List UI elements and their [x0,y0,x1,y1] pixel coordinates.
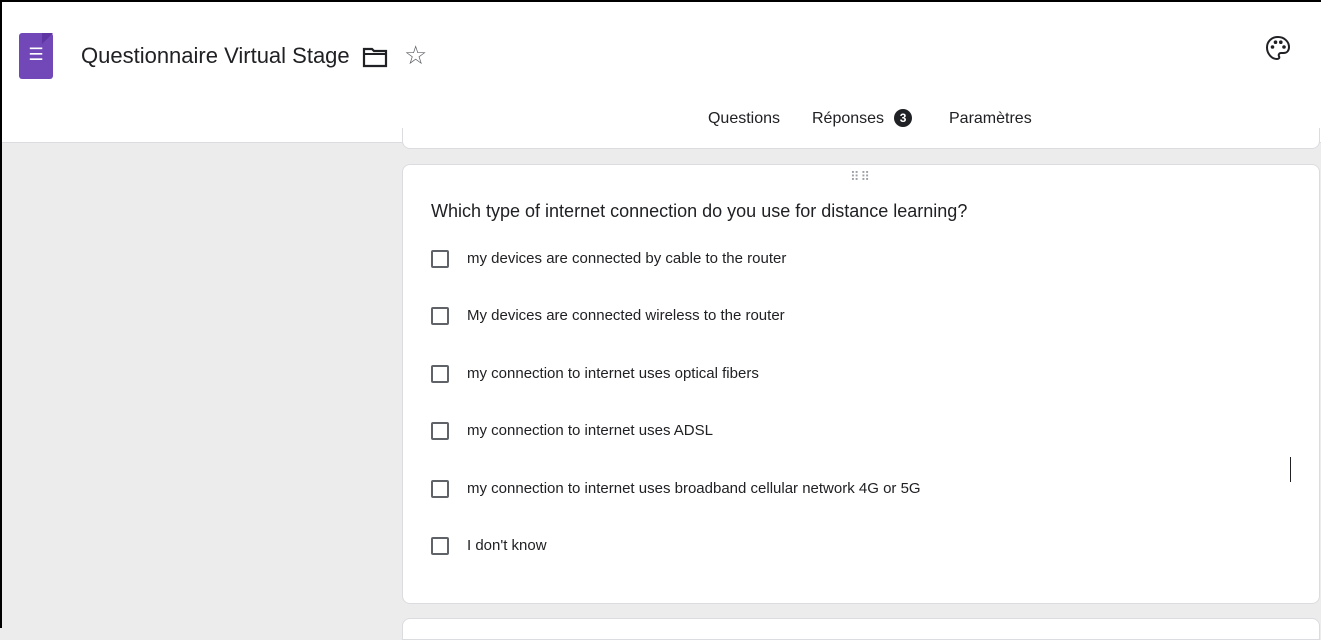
question-title[interactable]: Which type of internet connection do you… [431,201,967,222]
responses-count-badge: 3 [894,109,913,127]
tab-reponses-label: Réponses [812,110,885,127]
option-label: My devices are connected wireless to the… [467,307,785,324]
logo-fold [42,33,53,44]
star-icon[interactable]: ☆ [404,42,427,70]
checkbox[interactable] [431,250,449,268]
form-header: ☰ Questionnaire Virtual Stage ☆ Question… [2,2,1321,143]
checkbox[interactable] [431,307,449,325]
form-title[interactable]: Questionnaire Virtual Stage [81,43,350,69]
checkbox[interactable] [431,537,449,555]
tab-questions-label: Questions [707,110,781,127]
option-label: my devices are connected by cable to the… [467,250,787,267]
checkbox[interactable] [431,422,449,440]
text-cursor [1290,457,1291,482]
question-card[interactable]: ⠿⠿ Which type of internet connection do … [402,164,1320,604]
option-label: my connection to internet uses ADSL [467,422,713,439]
previous-question-card[interactable] [402,128,1320,149]
checkbox[interactable] [431,365,449,383]
palette-icon[interactable] [1264,34,1292,62]
next-question-card[interactable] [402,618,1320,640]
checkbox[interactable] [431,480,449,498]
google-forms-icon[interactable]: ☰ [19,33,53,79]
list-icon: ☰ [28,45,44,65]
option-label: I don't know [467,537,547,554]
option-label: my connection to internet uses optical f… [467,365,759,382]
tab-parametres-label: Paramètres [949,110,1032,127]
option-label: my connection to internet uses broadband… [467,480,921,497]
folder-icon[interactable] [362,46,388,68]
drag-handle-icon[interactable]: ⠿⠿ [850,171,871,184]
